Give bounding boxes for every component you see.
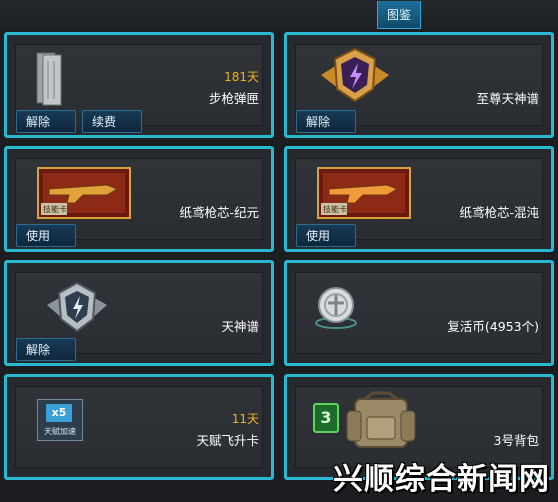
item-card-gun-core-era: 技能卡 纸鸢枪芯-纪元 使用 [4, 146, 274, 252]
item-card-supreme-emblem: 至尊天神谱 解除 [284, 32, 554, 138]
watermark-text: 兴顺综合新闻网 [333, 462, 550, 497]
item-name: 纸鸢枪芯-纪元 [179, 205, 259, 220]
talent-card-icon: x5 天赋加速 [37, 399, 83, 441]
item-card-rifle-magazine: 181天 步枪弹匣 解除 续费 [4, 32, 274, 138]
item-name: 至尊天神谱 [476, 91, 539, 106]
item-name: 天赋飞升卡 [196, 433, 259, 448]
tab-collection[interactable]: 图鉴 [377, 1, 421, 29]
item-card-revive-coin: 复活币(4953个) [284, 260, 554, 366]
use-button[interactable]: 使用 [16, 224, 76, 247]
talent-multiplier-badge: x5 [46, 404, 72, 422]
item-card-gun-core-chaos: 技能卡 纸鸢枪芯-混沌 使用 [284, 146, 554, 252]
item-card-emblem: 天神谱 解除 [4, 260, 274, 366]
emblem-icon [47, 281, 107, 333]
top-bar: 图鉴 [0, 0, 558, 30]
renew-button[interactable]: 续费 [82, 110, 142, 133]
unequip-button[interactable]: 解除 [16, 110, 76, 133]
revive-coin-icon [315, 287, 357, 329]
supreme-emblem-icon [321, 47, 389, 103]
backpack-icon [346, 391, 416, 448]
item-card-talent-card: x5 天赋加速 11天 天赋飞升卡 [4, 374, 274, 480]
item-name: 步枪弹匣 [208, 91, 259, 106]
card-badge-label: 技能卡 [43, 205, 67, 214]
item-name: 3号背包 [493, 433, 539, 448]
item-duration: 181天 [224, 70, 259, 84]
unequip-button[interactable]: 解除 [16, 338, 76, 361]
item-duration: 11天 [231, 412, 259, 426]
backpack-level-badge: 3 [313, 403, 339, 433]
item-name: 纸鸢枪芯-混沌 [459, 205, 539, 220]
item-name: 复活币(4953个) [447, 319, 539, 334]
card-badge-label: 技能卡 [323, 205, 347, 214]
use-button[interactable]: 使用 [296, 224, 356, 247]
talent-card-caption: 天赋加速 [44, 427, 76, 436]
item-name: 天神谱 [221, 319, 259, 334]
magazine-icon [36, 52, 62, 106]
unequip-button[interactable]: 解除 [296, 110, 356, 133]
